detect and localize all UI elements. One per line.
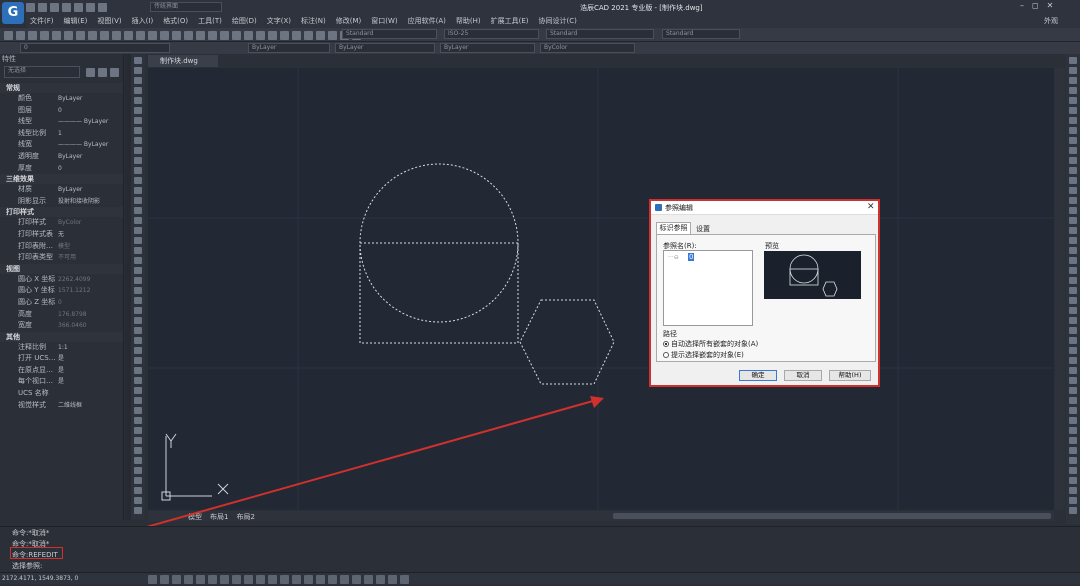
status-toggle-icon[interactable]	[268, 575, 277, 584]
command-history-line: 选择参照:	[12, 562, 43, 570]
status-toggle-icon[interactable]	[160, 575, 169, 584]
status-toggle-icon[interactable]	[388, 575, 397, 584]
ok-button[interactable]: 确定	[739, 370, 777, 381]
status-toggle-icon[interactable]	[376, 575, 385, 584]
status-toggle-icon[interactable]	[232, 575, 241, 584]
status-toggle-icon[interactable]	[220, 575, 229, 584]
tab-identify-reference[interactable]: 标识参照	[656, 222, 691, 234]
tree-item[interactable]: 0	[688, 253, 695, 261]
option-auto-select[interactable]: 自动选择所有嵌套的对象(A)	[663, 339, 758, 349]
status-toggle-icon[interactable]	[256, 575, 265, 584]
help-button[interactable]: 帮助(H)	[829, 370, 871, 381]
close-icon[interactable]: ✕	[867, 202, 875, 212]
preview-label: 预览	[765, 242, 779, 250]
radio-on-icon	[663, 341, 669, 347]
refedit-dialog: 参照编辑 ✕ 标识参照 设置 参照名(R): 预览 ···⊖ 0 路径 自动选择…	[649, 199, 880, 387]
status-toggle-icon[interactable]	[316, 575, 325, 584]
annotation-arrow	[71, 396, 604, 549]
command-history-line: 命令:*取消*	[12, 529, 50, 537]
status-toggle-icon[interactable]	[352, 575, 361, 584]
preview-image	[764, 251, 861, 299]
status-toggle-icon[interactable]	[340, 575, 349, 584]
status-bar: 2172.4171, 1549.3873, 0	[0, 572, 1080, 584]
dialog-title: 参照编辑	[651, 201, 878, 215]
status-toggle-icon[interactable]	[244, 575, 253, 584]
command-line[interactable]: 命令:*取消* 命令:*取消* 命令:REFEDIT 选择参照:	[0, 526, 1080, 572]
status-toggle-icon[interactable]	[184, 575, 193, 584]
status-toggle-icon[interactable]	[196, 575, 205, 584]
tab-settings[interactable]: 设置	[692, 224, 714, 234]
tab-panel: 参照名(R): 预览 ···⊖ 0 路径 自动选择所有嵌套的对象(A) 提示选择…	[656, 234, 876, 362]
status-toggle-icon[interactable]	[292, 575, 301, 584]
status-toggle-icon[interactable]	[208, 575, 217, 584]
radio-off-icon	[663, 352, 669, 358]
status-toggle-icon[interactable]	[148, 575, 157, 584]
option-prompt-select-label: 提示选择嵌套的对象(E)	[671, 351, 744, 359]
reference-tree[interactable]: ···⊖ 0	[663, 250, 753, 326]
status-toggle-icon[interactable]	[172, 575, 181, 584]
status-toggle-icon[interactable]	[304, 575, 313, 584]
dialog-app-icon	[655, 204, 662, 211]
command-history-line: 命令:*取消*	[12, 540, 50, 548]
cancel-button[interactable]: 取消	[784, 370, 822, 381]
path-label: 路径	[663, 330, 677, 338]
status-toggle-icon[interactable]	[328, 575, 337, 584]
status-toggle-icon[interactable]	[364, 575, 373, 584]
option-auto-select-label: 自动选择所有嵌套的对象(A)	[671, 340, 759, 348]
status-toggle-icon[interactable]	[280, 575, 289, 584]
status-toggle-icon[interactable]	[400, 575, 409, 584]
command-history-line: 命令:REFEDIT	[12, 551, 58, 559]
option-prompt-select[interactable]: 提示选择嵌套的对象(E)	[663, 350, 744, 360]
command-highlight-box	[10, 547, 63, 559]
coordinate-readout: 2172.4171, 1549.3873, 0	[2, 575, 79, 582]
